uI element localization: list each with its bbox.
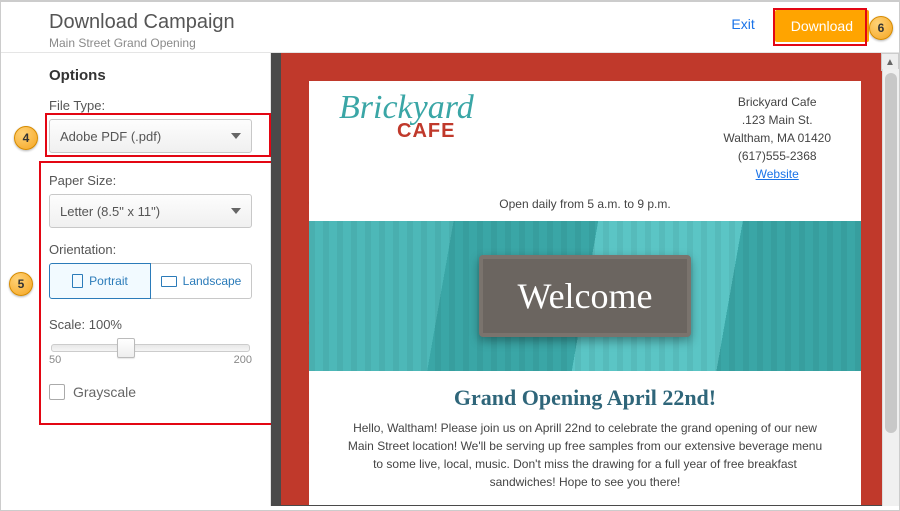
scrollbar-thumb[interactable]: [885, 73, 897, 433]
logo: Brickyard CAFE: [339, 93, 723, 143]
addr-street: .123 Main St.: [723, 111, 831, 129]
file-type-label: File Type:: [49, 98, 252, 113]
paper-size-value: Letter (8.5" x 11"): [60, 204, 160, 219]
scale-label: Scale: 100%: [49, 317, 252, 332]
file-type-dropdown[interactable]: Adobe PDF (.pdf): [49, 119, 252, 153]
scale-min: 50: [49, 354, 61, 366]
grayscale-checkbox[interactable]: [49, 384, 65, 400]
orientation-landscape-label: Landscape: [183, 274, 242, 288]
portrait-icon: [72, 274, 83, 288]
welcome-sign: Welcome: [479, 255, 690, 337]
addr-phone: (617)555-2368: [723, 147, 831, 165]
headline: Grand Opening April 22nd!: [309, 385, 861, 411]
orientation-portrait-label: Portrait: [89, 274, 128, 288]
tagline: Open daily from 5 a.m. to 9 p.m.: [309, 191, 861, 221]
exit-link[interactable]: Exit: [731, 10, 754, 32]
scrollbar[interactable]: [882, 69, 899, 506]
scale-slider-thumb[interactable]: [117, 338, 135, 358]
paper-size-label: Paper Size:: [49, 173, 252, 188]
logo-text-2: CAFE: [397, 120, 723, 143]
hero-image: Welcome: [309, 221, 861, 371]
page-title: Download Campaign: [49, 10, 731, 34]
orientation-landscape-button[interactable]: Landscape: [151, 263, 252, 299]
callout-6: 6: [869, 16, 893, 40]
callout-5: 5: [9, 272, 33, 296]
orientation-label: Orientation:: [49, 242, 252, 257]
chevron-down-icon: [231, 133, 241, 139]
download-button[interactable]: Download: [775, 10, 869, 42]
body-text: Hello, Waltham! Please join us on Aprill…: [309, 419, 861, 505]
grayscale-label: Grayscale: [73, 384, 136, 400]
campaign-name: Main Street Grand Opening: [49, 36, 731, 50]
preview-pane: Brickyard CAFE Brickyard Cafe .123 Main …: [271, 53, 899, 506]
scale-slider[interactable]: [51, 344, 250, 352]
addr-city: Waltham, MA 01420: [723, 129, 831, 147]
chevron-down-icon: [231, 208, 241, 214]
file-type-value: Adobe PDF (.pdf): [60, 129, 161, 144]
landscape-icon: [161, 276, 177, 287]
addr-name: Brickyard Cafe: [723, 93, 831, 111]
callout-4: 4: [14, 126, 38, 150]
address-block: Brickyard Cafe .123 Main St. Waltham, MA…: [723, 93, 831, 183]
orientation-portrait-button[interactable]: Portrait: [49, 263, 151, 299]
options-heading: Options: [49, 67, 252, 84]
website-link[interactable]: Website: [756, 167, 799, 181]
scale-max: 200: [234, 354, 252, 366]
paper-size-dropdown[interactable]: Letter (8.5" x 11"): [49, 194, 252, 228]
